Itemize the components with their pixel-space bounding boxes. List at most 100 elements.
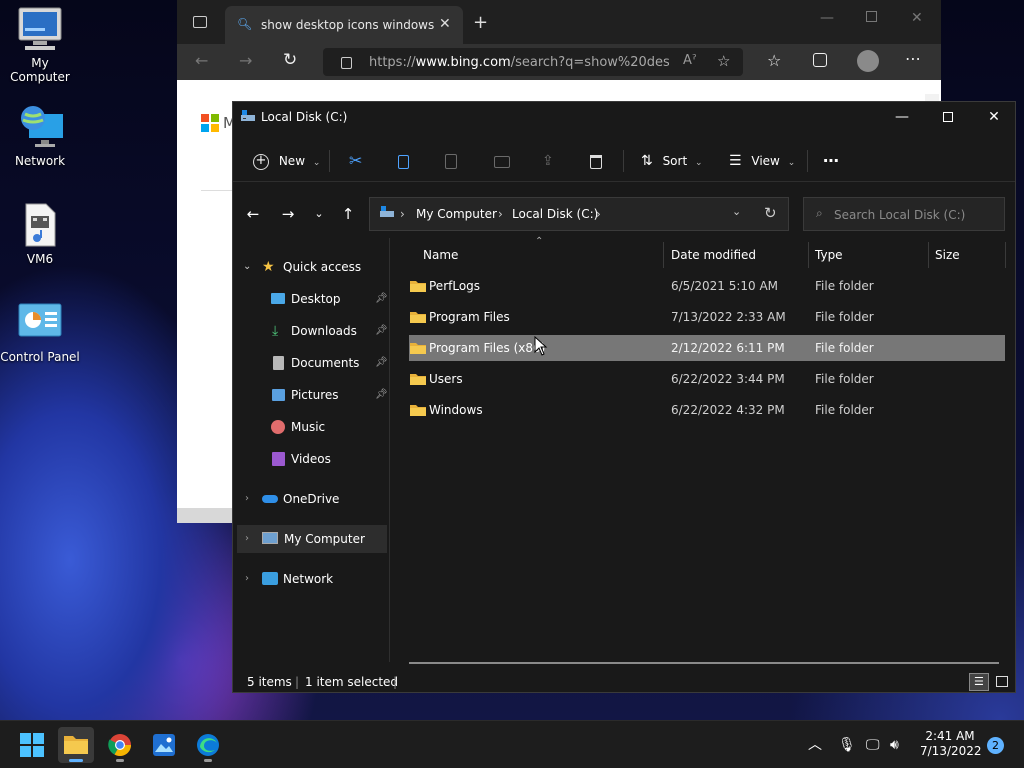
column-separator[interactable] xyxy=(808,242,809,268)
delete-button[interactable] xyxy=(590,148,602,174)
breadcrumb-local-disk[interactable]: Local Disk (C:) xyxy=(512,207,598,221)
notification-badge[interactable]: 2 xyxy=(987,737,1004,754)
chevron-down-icon[interactable]: ⌄ xyxy=(732,205,741,218)
new-tab-icon[interactable]: + xyxy=(473,12,488,33)
forward-arrow-icon[interactable]: → xyxy=(239,51,252,70)
explorer-title-bar[interactable]: Local Disk (C:) — ✕ xyxy=(233,102,1015,132)
control-panel-icon xyxy=(17,300,63,346)
chevron-down-icon[interactable]: ⌄ xyxy=(243,253,251,281)
column-header-name[interactable]: Name xyxy=(423,242,458,268)
taskbar-clock[interactable]: 2:41 AM 7/13/2022 xyxy=(920,729,982,759)
desktop-icon-vm6[interactable]: VM6 xyxy=(0,202,80,266)
sidebar-item-videos[interactable]: Videos xyxy=(233,445,389,473)
refresh-icon[interactable]: ↻ xyxy=(283,50,297,70)
add-favorite-icon[interactable]: ☆ xyxy=(717,52,730,70)
sidebar-item-my-computer[interactable]: › My Computer xyxy=(237,525,387,553)
file-explorer-window[interactable]: Local Disk (C:) — ✕ + New ⌄ ✂ ⇪ ⇅ Sort ⌄… xyxy=(232,101,1016,693)
read-aloud-icon[interactable]: Aˀ xyxy=(683,53,697,68)
chevron-right-icon[interactable]: › xyxy=(245,525,249,553)
address-bar[interactable]: › My Computer › Local Disk (C:) › ⌄ ↻ xyxy=(369,197,789,231)
horizontal-scrollbar[interactable] xyxy=(409,662,999,664)
copy-button[interactable] xyxy=(398,148,409,174)
sidebar-item-desktop[interactable]: Desktop 📌︎ xyxy=(233,285,389,313)
table-row[interactable]: Users 6/22/2022 3:44 PM File folder xyxy=(409,366,1005,392)
search-input[interactable] xyxy=(834,205,1000,225)
up-button[interactable]: ↑ xyxy=(336,203,360,225)
maximize-button[interactable] xyxy=(925,102,971,132)
breadcrumb-my-computer[interactable]: My Computer xyxy=(416,207,497,221)
column-header-type[interactable]: Type xyxy=(815,242,843,268)
tab-actions-icon[interactable] xyxy=(193,16,207,28)
column-header-size[interactable]: Size xyxy=(935,242,960,268)
tiles-view-button[interactable] xyxy=(993,673,1011,691)
close-button[interactable]: ✕ xyxy=(971,102,1017,132)
recent-locations-button[interactable]: ⌄ xyxy=(307,203,331,225)
rename-button[interactable] xyxy=(494,148,510,174)
collections-icon[interactable] xyxy=(813,53,827,67)
view-button[interactable]: ☰ View ⌄ xyxy=(729,148,795,174)
forward-button[interactable]: → xyxy=(276,203,300,225)
sidebar-item-pictures[interactable]: Pictures 📌︎ xyxy=(233,381,389,409)
column-separator[interactable] xyxy=(928,242,929,268)
sidebar-item-documents[interactable]: Documents 📌︎ xyxy=(233,349,389,377)
url-bar[interactable]: https://www.bing.com/search?q=show%20des… xyxy=(323,48,743,76)
desktop-icon-control-panel[interactable]: Control Panel xyxy=(0,300,80,364)
table-row-selected[interactable]: Program Files (x86) 2/12/2022 6:11 PM Fi… xyxy=(409,335,1005,361)
sidebar-item-downloads[interactable]: ⤓ Downloads 📌︎ xyxy=(233,317,389,345)
minimize-icon[interactable]: — xyxy=(820,10,834,26)
item-count: 5 items xyxy=(247,675,292,689)
desktop-icon-network[interactable]: Network xyxy=(0,104,80,168)
sidebar-item-quick-access[interactable]: ⌄ ★ Quick access xyxy=(233,253,389,281)
desktop-icon-my-computer[interactable]: My Computer xyxy=(0,6,80,84)
sidebar-item-network[interactable]: › Network xyxy=(233,565,389,593)
close-tab-icon[interactable]: ✕ xyxy=(439,16,451,32)
status-bar: 5 items | 1 item selected | ☰ xyxy=(233,672,1015,692)
close-icon[interactable]: ✕ xyxy=(911,10,923,26)
volume-icon[interactable]: 🔊︎ xyxy=(890,721,899,768)
table-row[interactable]: PerfLogs 6/5/2021 5:10 AM File folder xyxy=(409,273,1005,299)
paste-button[interactable] xyxy=(445,148,457,174)
back-arrow-icon[interactable]: ← xyxy=(195,51,208,70)
more-options-icon[interactable]: ⋯ xyxy=(905,49,921,68)
microphone-icon[interactable]: 🎙︎ xyxy=(838,721,856,768)
sort-button[interactable]: ⇅ Sort ⌄ xyxy=(641,148,703,174)
lock-icon[interactable] xyxy=(341,57,352,69)
horizontal-scrollbar[interactable] xyxy=(177,508,237,523)
sidebar-item-onedrive[interactable]: › OneDrive xyxy=(233,485,389,513)
column-separator[interactable] xyxy=(1005,242,1006,268)
show-hidden-icons-chevron-up-icon[interactable]: ︿ xyxy=(808,721,822,768)
chevron-right-icon[interactable]: › xyxy=(245,565,249,593)
search-icon: 🔍︎ xyxy=(237,17,253,31)
see-more-button[interactable]: ⋯ xyxy=(823,148,839,174)
maximize-icon[interactable] xyxy=(866,11,877,22)
network-status-icon[interactable]: 🖵︎ xyxy=(866,721,880,768)
column-header-date-modified[interactable]: Date modified xyxy=(671,242,756,268)
taskbar-chrome[interactable] xyxy=(102,727,138,763)
taskbar-photos[interactable] xyxy=(146,727,182,763)
sidebar-item-music[interactable]: Music xyxy=(233,413,389,441)
start-button[interactable] xyxy=(14,727,50,763)
divider xyxy=(201,190,235,191)
taskbar-edge[interactable] xyxy=(190,727,226,763)
windows-logo-icon xyxy=(20,733,44,757)
pane-splitter[interactable] xyxy=(389,238,390,662)
share-button[interactable]: ⇪ xyxy=(542,148,554,174)
details-view-button[interactable]: ☰ xyxy=(969,673,989,691)
minimize-button[interactable]: — xyxy=(879,102,925,132)
favorites-icon[interactable]: ☆ xyxy=(767,51,781,70)
refresh-icon[interactable]: ↻ xyxy=(764,204,777,222)
cut-button[interactable]: ✂ xyxy=(349,148,362,174)
profile-avatar[interactable] xyxy=(857,50,879,72)
clipboard-icon xyxy=(445,154,457,169)
new-button[interactable]: + New ⌄ xyxy=(253,148,320,174)
table-row[interactable]: Program Files 7/13/2022 2:33 AM File fol… xyxy=(409,304,1005,330)
table-row[interactable]: Windows 6/22/2022 4:32 PM File folder xyxy=(409,397,1005,423)
back-button[interactable]: ← xyxy=(241,203,265,225)
search-box[interactable]: ⌕ xyxy=(803,197,1005,231)
cloud-icon xyxy=(262,495,278,503)
browser-tab[interactable]: 🔍︎ show desktop icons windows 11 ✕ xyxy=(225,6,463,44)
chevron-right-icon[interactable]: › xyxy=(245,485,249,513)
taskbar-file-explorer[interactable] xyxy=(58,727,94,763)
column-separator[interactable] xyxy=(663,242,664,268)
file-date: 2/12/2022 6:11 PM xyxy=(671,341,785,355)
